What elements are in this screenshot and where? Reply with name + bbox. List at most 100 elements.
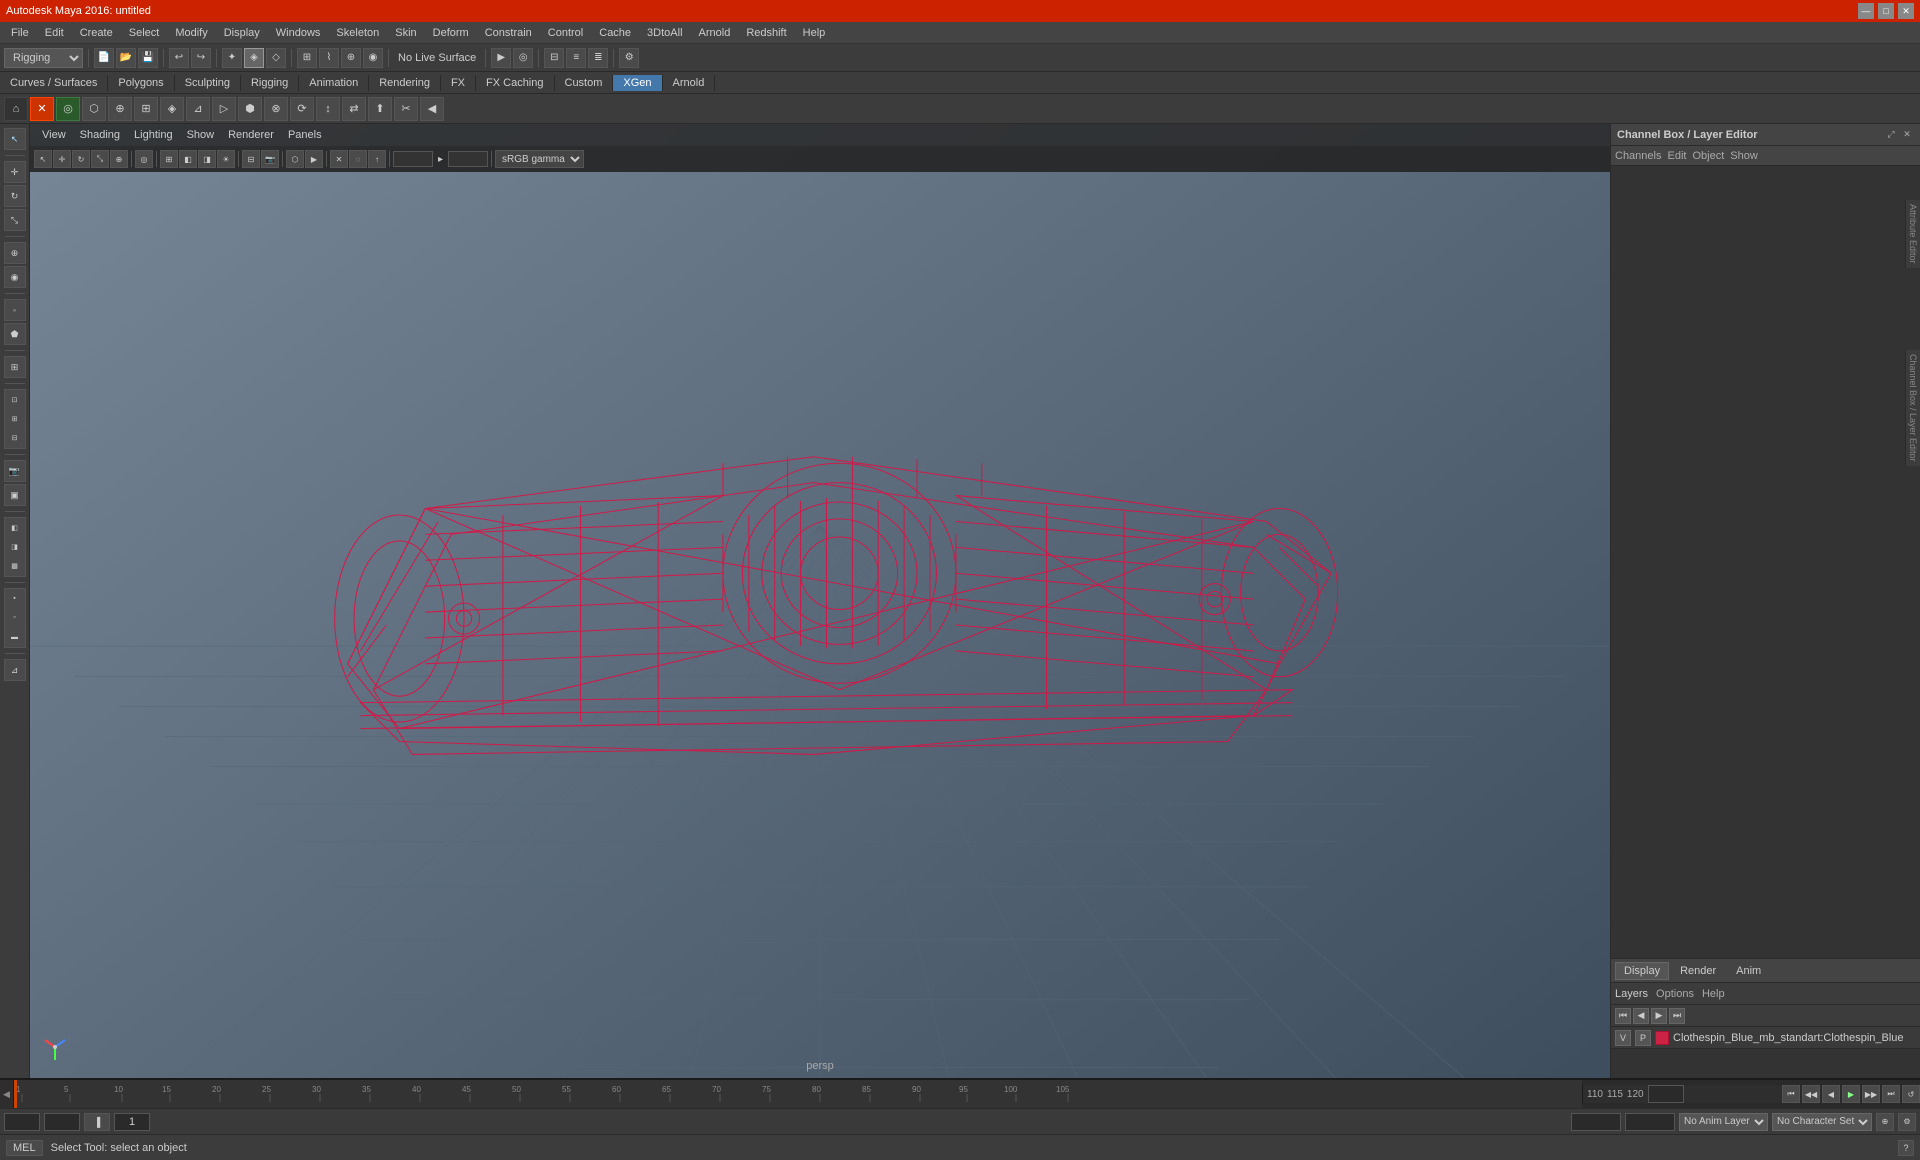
vp-iso-btn[interactable]: ⬡: [286, 150, 304, 168]
transport-play[interactable]: ▶: [1842, 1085, 1860, 1103]
shelf-btn-7[interactable]: ⊿: [186, 97, 210, 121]
vp-scale-btn[interactable]: ⤡: [91, 150, 109, 168]
tab-xgen[interactable]: XGen: [613, 75, 662, 91]
snap-surface-btn[interactable]: ◉: [363, 48, 383, 68]
shelf-btn-13[interactable]: ⇄: [342, 97, 366, 121]
vp-manip-btn[interactable]: ⊕: [110, 150, 128, 168]
select-tool-btn[interactable]: ↖: [4, 128, 26, 150]
redo-btn[interactable]: ↪: [191, 48, 211, 68]
menu-help[interactable]: Help: [796, 25, 833, 41]
menu-redshift[interactable]: Redshift: [739, 25, 793, 41]
tab-polygons[interactable]: Polygons: [108, 75, 174, 91]
channel-box-close-btn[interactable]: ✕: [1900, 128, 1914, 142]
shelf-btn-10[interactable]: ⊗: [264, 97, 288, 121]
paint-btn[interactable]: ◇: [266, 48, 286, 68]
shelf-btn-12[interactable]: ↕: [316, 97, 340, 121]
viewport-menu-renderer[interactable]: Renderer: [222, 128, 280, 142]
universal-manip-btn[interactable]: ⊕: [4, 242, 26, 264]
range-end-input[interactable]: 120: [1571, 1113, 1621, 1131]
vp-lighting-btn[interactable]: ☀: [217, 150, 235, 168]
help-line-btn[interactable]: ?: [1898, 1140, 1914, 1156]
vp-normals-btn[interactable]: ↑: [368, 150, 386, 168]
layer-subtab-layers[interactable]: Layers: [1615, 988, 1648, 1000]
vp-rotate-btn[interactable]: ↻: [72, 150, 90, 168]
char-set-select[interactable]: No Character Set: [1772, 1113, 1872, 1131]
shelf-btn-16[interactable]: ◀: [420, 97, 444, 121]
vp-xray-btn[interactable]: ◌: [349, 150, 367, 168]
tab-arnold[interactable]: Arnold: [663, 75, 716, 91]
shelf-btn-4[interactable]: ⊕: [108, 97, 132, 121]
layer-tab-anim[interactable]: Anim: [1727, 962, 1770, 980]
channel-tab-object[interactable]: Object: [1692, 150, 1724, 162]
tab-custom[interactable]: Custom: [555, 75, 614, 91]
rotate-tool-btn[interactable]: ↻: [4, 185, 26, 207]
range-start-input[interactable]: 1: [4, 1113, 40, 1131]
viewport-menu-view[interactable]: View: [36, 128, 72, 142]
menu-modify[interactable]: Modify: [168, 25, 214, 41]
layer-tab-display[interactable]: Display: [1615, 962, 1669, 980]
menu-skeleton[interactable]: Skeleton: [329, 25, 386, 41]
shelf-btn-8[interactable]: ▷: [212, 97, 236, 121]
scale-tool-btn[interactable]: ⤡: [4, 209, 26, 231]
shelf-btn-11[interactable]: ⟳: [290, 97, 314, 121]
menu-control[interactable]: Control: [541, 25, 590, 41]
shelf-btn-5[interactable]: ⊞: [134, 97, 158, 121]
layout-group-btn[interactable]: ▪ ▫ ▬: [4, 588, 26, 648]
layer-subtab-help[interactable]: Help: [1702, 988, 1725, 1000]
attr-editor-btn[interactable]: ≣: [588, 48, 608, 68]
menu-constrain[interactable]: Constrain: [478, 25, 539, 41]
total-frames-input[interactable]: 200: [1625, 1113, 1675, 1131]
vp-textured-btn[interactable]: ◨: [198, 150, 216, 168]
timeline[interactable]: ◀ 1 5 10 15 20 25 30 35 40 45 50 55: [0, 1079, 1920, 1108]
viewport-menu-shading[interactable]: Shading: [74, 128, 126, 142]
menu-3dtall[interactable]: 3DtoAll: [640, 25, 689, 41]
layer-tab-render[interactable]: Render: [1671, 962, 1725, 980]
transport-end[interactable]: ⏭: [1882, 1085, 1900, 1103]
vp-select-btn[interactable]: ↖: [34, 150, 52, 168]
shelf-green-btn[interactable]: ◎: [56, 97, 80, 121]
char-set-btn[interactable]: ⊕: [1876, 1113, 1894, 1131]
display-group-btn[interactable]: ◧ ◨ ▩: [4, 517, 26, 577]
language-button[interactable]: MEL: [6, 1140, 43, 1156]
transport-start[interactable]: ⏮: [1782, 1085, 1800, 1103]
layer-visibility-p[interactable]: P: [1635, 1030, 1651, 1046]
layer-visibility-v[interactable]: V: [1615, 1030, 1631, 1046]
new-scene-btn[interactable]: 📄: [94, 48, 114, 68]
ipr-btn[interactable]: ◎: [513, 48, 533, 68]
camera-btn[interactable]: 📷: [4, 460, 26, 482]
anim-layer-select[interactable]: No Anim Layer: [1679, 1113, 1768, 1131]
channel-box-expand-btn[interactable]: ⤢: [1884, 128, 1898, 142]
save-btn[interactable]: 💾: [138, 48, 158, 68]
viewport-3d[interactable]: View Shading Lighting Show Renderer Pane…: [30, 124, 1610, 1078]
render-btn[interactable]: ▶: [491, 48, 511, 68]
undo-btn[interactable]: ↩: [169, 48, 189, 68]
menu-display[interactable]: Display: [217, 25, 267, 41]
restore-button[interactable]: □: [1878, 3, 1894, 19]
menu-file[interactable]: File: [4, 25, 36, 41]
tab-sculpting[interactable]: Sculpting: [175, 75, 241, 91]
close-button[interactable]: ✕: [1898, 3, 1914, 19]
shelf-btn-6[interactable]: ◈: [160, 97, 184, 121]
vp-snap-x-btn[interactable]: ✕: [330, 150, 348, 168]
settings-btn[interactable]: ⚙: [619, 48, 639, 68]
soft-select-btn[interactable]: ◉: [4, 266, 26, 288]
gamma-select[interactable]: sRGB gamma Linear: [495, 150, 584, 168]
sculpt-btn[interactable]: ◦: [4, 299, 26, 321]
vp-render-btn[interactable]: ▶: [305, 150, 323, 168]
layer-subtab-options[interactable]: Options: [1656, 988, 1694, 1000]
tab-curves[interactable]: Curves / Surfaces: [0, 75, 108, 91]
cam-near-input[interactable]: 0.00: [393, 151, 433, 167]
timeline-current-frame[interactable]: 1: [1648, 1085, 1684, 1103]
snap-curve-btn[interactable]: ⌇: [319, 48, 339, 68]
outliner-btn[interactable]: ≡: [566, 48, 586, 68]
vp-camera-btn[interactable]: 📷: [261, 150, 279, 168]
menu-select[interactable]: Select: [122, 25, 167, 41]
mode-dropdown[interactable]: Rigging Modeling Animation: [4, 48, 83, 68]
timeline-ruler[interactable]: 1 5 10 15 20 25 30 35 40 45 50 55 60 65 …: [14, 1080, 1582, 1108]
tab-rendering[interactable]: Rendering: [369, 75, 441, 91]
tab-animation[interactable]: Animation: [299, 75, 369, 91]
render-region-btn[interactable]: ▣: [4, 484, 26, 506]
snap-point-btn[interactable]: ⊕: [341, 48, 361, 68]
tab-fx-caching[interactable]: FX Caching: [476, 75, 554, 91]
menu-cache[interactable]: Cache: [592, 25, 638, 41]
